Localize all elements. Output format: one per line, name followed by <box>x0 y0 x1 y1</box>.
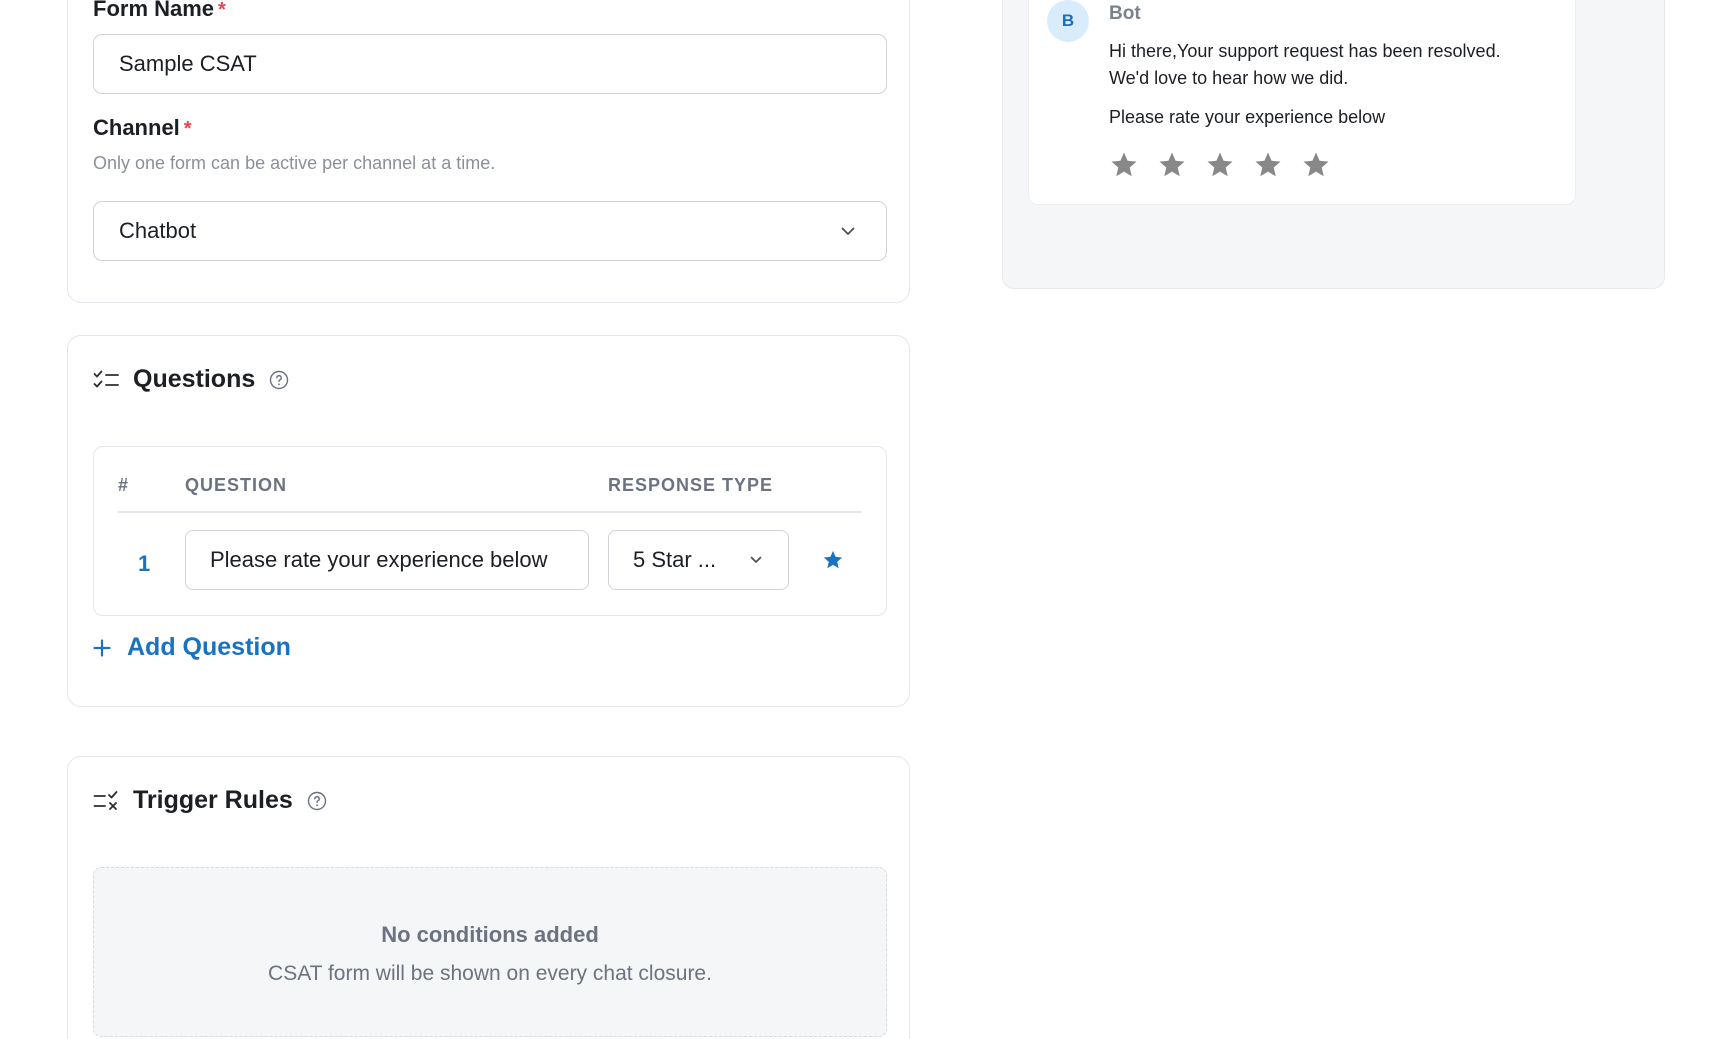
required-mark: * <box>218 0 226 21</box>
star-icon[interactable] <box>1157 150 1187 180</box>
list-close-icon <box>93 790 119 812</box>
csat-preview-panel: B Bot Hi there,Your support request has … <box>1002 0 1665 289</box>
empty-state-title: No conditions added <box>381 922 599 947</box>
chevron-down-icon <box>748 552 764 568</box>
form-details-card: Form Name * Sample CSAT Channel * Only one… <box>67 0 910 303</box>
questions-header: Questions <box>93 365 289 394</box>
channel-selected-value: Chatbot <box>119 218 197 243</box>
bot-message-line-2: We'd love to hear how we did. <box>1109 68 1349 88</box>
avatar: B <box>1047 0 1089 42</box>
bot-message-bubble: B Bot Hi there,Your support request has … <box>1028 0 1576 205</box>
response-type-select[interactable]: 5 Star ... <box>608 530 789 590</box>
add-question-label: Add Question <box>127 633 291 661</box>
trigger-rules-header: Trigger Rules <box>93 786 327 815</box>
star-icon[interactable] <box>1253 150 1283 180</box>
questions-card: Questions # QUESTION RESPONSE TYPE 1 Ple… <box>67 335 910 707</box>
question-text-input[interactable]: Please rate your experience below <box>185 530 589 590</box>
csat-form-editor: Form Name * Sample CSAT Channel * Only one… <box>0 0 1734 1039</box>
add-question-button[interactable]: Add Question <box>93 633 291 662</box>
form-name-value: Sample CSAT <box>119 51 257 76</box>
chevron-down-icon <box>840 223 856 239</box>
column-header-question: QUESTION <box>185 475 288 495</box>
trigger-rules-title: Trigger Rules <box>133 786 293 814</box>
star-rating <box>1109 150 1331 180</box>
questions-table: # QUESTION RESPONSE TYPE 1 Please rate y… <box>93 446 887 616</box>
channel-label-text: Channel <box>93 115 180 140</box>
question-circle-icon[interactable] <box>269 370 289 390</box>
channel-label: Channel * <box>93 115 192 141</box>
form-name-input[interactable]: Sample CSAT <box>93 34 887 94</box>
star-icon[interactable] <box>1301 150 1331 180</box>
star-icon[interactable] <box>822 549 844 571</box>
column-header-response-type: RESPONSE TYPE <box>608 475 774 495</box>
empty-state-subtitle: CSAT form will be shown on every chat cl… <box>268 962 712 985</box>
required-mark: * <box>183 118 192 140</box>
question-text-value: Please rate your experience below <box>210 547 548 572</box>
bot-message-line-1: Hi there,Your support request has been r… <box>1109 41 1501 61</box>
column-header-number: # <box>118 475 130 495</box>
plus-icon <box>93 638 111 657</box>
questions-title: Questions <box>133 365 256 393</box>
response-type-value: 5 Star ... <box>633 547 717 572</box>
empty-conditions-state: No conditions added CSAT form will be sh… <box>93 867 887 1037</box>
form-name-label: Form Name * <box>93 0 226 22</box>
trigger-rules-card: Trigger Rules No conditions added CSAT f… <box>67 756 910 1039</box>
channel-select[interactable]: Chatbot <box>93 201 887 261</box>
star-icon[interactable] <box>1205 150 1235 180</box>
question-number: 1 <box>138 551 151 576</box>
rating-prompt: Please rate your experience below <box>1109 107 1386 127</box>
star-icon[interactable] <box>1109 150 1139 180</box>
checklist-icon <box>93 369 119 391</box>
channel-help-text: Only one form can be active per channel … <box>93 153 496 173</box>
form-name-label-text: Form Name <box>93 0 215 21</box>
question-circle-icon[interactable] <box>307 791 327 811</box>
bot-name: Bot <box>1109 3 1141 24</box>
table-divider <box>118 511 862 513</box>
